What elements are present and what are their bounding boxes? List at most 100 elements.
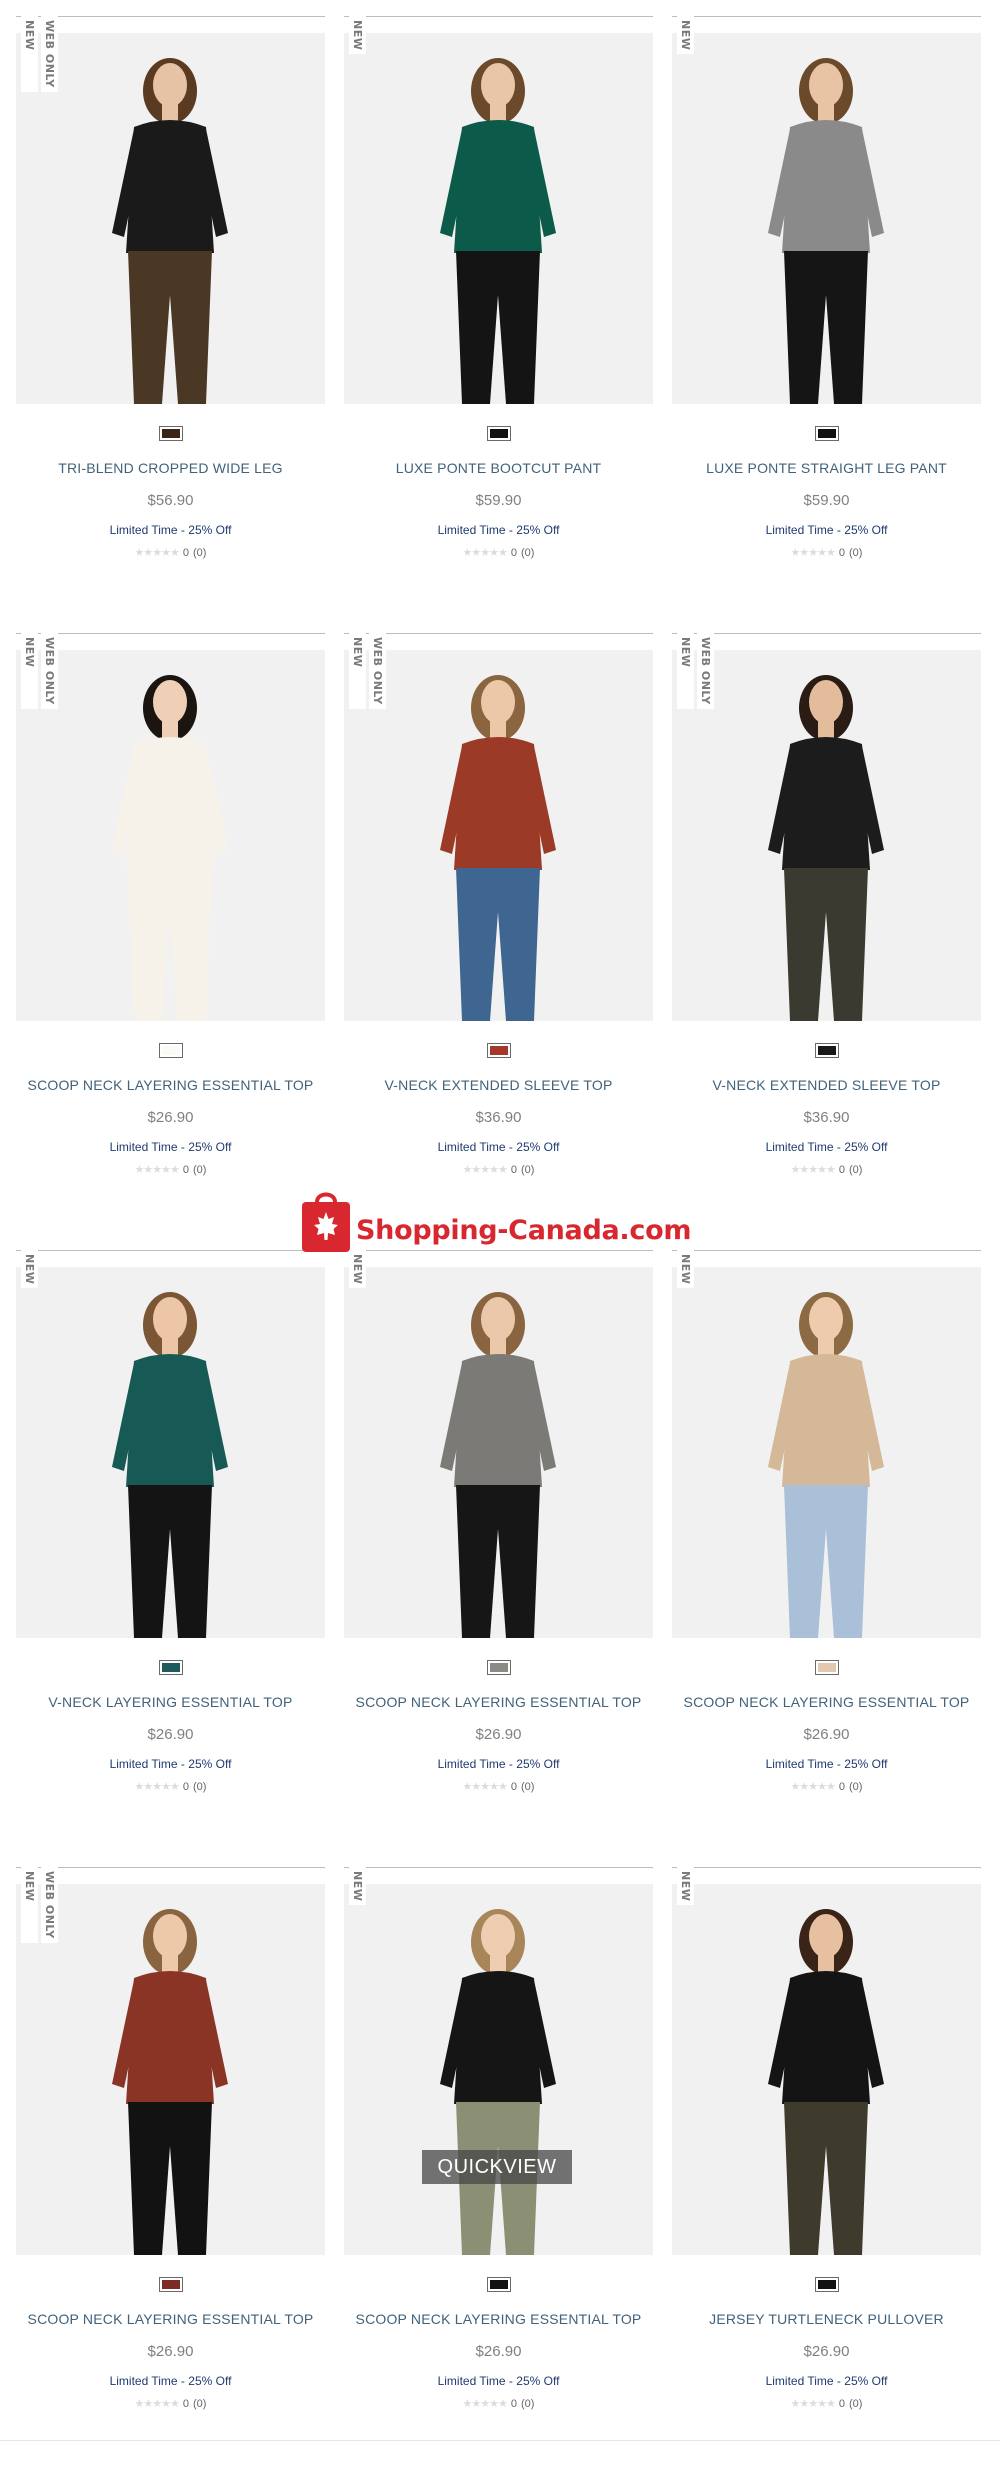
quickview-button[interactable]: QUICKVIEW (422, 2150, 572, 2184)
product-name[interactable]: LUXE PONTE STRAIGHT LEG PANT (672, 460, 981, 476)
star-rating-icon: ★★★★★ (790, 2398, 836, 2410)
review-count: (0) (520, 2397, 535, 2410)
product-card[interactable]: NEW WEB ONLY V-NECK EXTENDED SLEEVE TOP … (344, 633, 653, 1250)
color-swatch[interactable] (158, 1043, 183, 1058)
badges: NEW (677, 16, 694, 55)
badges: NEW (349, 1867, 366, 1906)
promo-text: Limited Time - 25% Off (437, 1140, 560, 1154)
rating-value: 0 (182, 546, 189, 559)
new-badge: NEW (21, 633, 38, 709)
new-badge: NEW (349, 16, 366, 55)
review-count: (0) (520, 1163, 535, 1176)
badges: NEW WEB ONLY (21, 633, 71, 709)
product-name[interactable]: LUXE PONTE BOOTCUT PANT (344, 460, 653, 476)
badges: NEW WEB ONLY (677, 633, 727, 709)
color-swatches (672, 1660, 981, 1675)
product-image[interactable] (344, 33, 653, 404)
product-card[interactable]: NEW JERSEY TURTLENECK PULLOVER $26.90 Li… (672, 1867, 981, 2484)
model-illustration (672, 1267, 981, 1638)
color-swatch[interactable] (158, 2277, 183, 2292)
product-name[interactable]: V-NECK EXTENDED SLEEVE TOP (672, 1077, 981, 1093)
review-count: (0) (192, 1163, 207, 1176)
badges: NEW (677, 1250, 694, 1289)
product-price: $26.90 (803, 2343, 850, 2360)
product-image[interactable] (16, 1267, 325, 1638)
color-swatch[interactable] (814, 1043, 839, 1058)
product-image[interactable] (672, 1884, 981, 2255)
star-rating-icon: ★★★★★ (462, 1781, 508, 1793)
color-swatches (16, 2277, 325, 2292)
rating[interactable]: ★★★★★ 0 (0) (16, 1780, 325, 1794)
model-illustration (16, 1267, 325, 1638)
new-badge: NEW (21, 1867, 38, 1943)
promo-text: Limited Time - 25% Off (109, 2374, 232, 2388)
rating[interactable]: ★★★★★ 0 (0) (344, 546, 653, 560)
rating[interactable]: ★★★★★ 0 (0) (16, 2397, 325, 2411)
color-swatch[interactable] (486, 1043, 511, 1058)
color-swatch[interactable] (158, 1660, 183, 1675)
product-card[interactable]: NEW SCOOP NECK LAYERING ESSENTIAL TOP $2… (344, 1250, 653, 1867)
badges: NEW (349, 16, 366, 55)
product-card[interactable]: NEW WEB ONLY V-NECK EXTENDED SLEEVE TOP … (672, 633, 981, 1250)
product-price: $26.90 (803, 1726, 850, 1743)
product-card[interactable]: QUICKVIEW NEW SCOOP NECK LAYERING ESSENT… (344, 1867, 653, 2484)
product-card[interactable]: NEW V-NECK LAYERING ESSENTIAL TOP $26.90… (16, 1250, 325, 1867)
color-swatch[interactable] (486, 426, 511, 441)
review-count: (0) (520, 1780, 535, 1793)
color-swatch[interactable] (486, 2277, 511, 2292)
star-rating-icon: ★★★★★ (134, 1781, 180, 1793)
new-badge: NEW (349, 1867, 366, 1906)
rating[interactable]: ★★★★★ 0 (0) (672, 2397, 981, 2411)
star-rating-icon: ★★★★★ (462, 1164, 508, 1176)
product-card[interactable]: NEW WEB ONLY TRI-BLEND CROPPED WIDE LEG … (16, 16, 325, 633)
product-image[interactable] (344, 1267, 653, 1638)
rating[interactable]: ★★★★★ 0 (0) (672, 1163, 981, 1177)
review-count: (0) (520, 546, 535, 559)
product-card[interactable]: NEW LUXE PONTE BOOTCUT PANT $59.90 Limit… (344, 16, 653, 633)
product-card[interactable]: NEW SCOOP NECK LAYERING ESSENTIAL TOP $2… (672, 1250, 981, 1867)
promo-text: Limited Time - 25% Off (765, 1757, 888, 1771)
web-only-badge: WEB ONLY (41, 633, 58, 709)
product-name[interactable]: SCOOP NECK LAYERING ESSENTIAL TOP (16, 1077, 325, 1093)
product-name[interactable]: JERSEY TURTLENECK PULLOVER (672, 2311, 981, 2327)
promo-text: Limited Time - 25% Off (109, 523, 232, 537)
color-swatch[interactable] (814, 2277, 839, 2292)
badges: NEW (349, 1250, 366, 1289)
color-swatch[interactable] (814, 426, 839, 441)
product-name[interactable]: SCOOP NECK LAYERING ESSENTIAL TOP (16, 2311, 325, 2327)
product-price: $59.90 (475, 492, 522, 509)
review-count: (0) (848, 2397, 863, 2410)
color-swatches (344, 1660, 653, 1675)
product-card[interactable]: NEW LUXE PONTE STRAIGHT LEG PANT $59.90 … (672, 16, 981, 633)
product-card[interactable]: NEW WEB ONLY SCOOP NECK LAYERING ESSENTI… (16, 1867, 325, 2484)
product-name[interactable]: TRI-BLEND CROPPED WIDE LEG (16, 460, 325, 476)
review-count: (0) (848, 546, 863, 559)
product-name[interactable]: V-NECK EXTENDED SLEEVE TOP (344, 1077, 653, 1093)
product-name[interactable]: SCOOP NECK LAYERING ESSENTIAL TOP (344, 2311, 653, 2327)
rating[interactable]: ★★★★★ 0 (0) (16, 546, 325, 560)
rating[interactable]: ★★★★★ 0 (0) (344, 1780, 653, 1794)
product-name[interactable]: SCOOP NECK LAYERING ESSENTIAL TOP (672, 1694, 981, 1710)
product-card[interactable]: NEW WEB ONLY SCOOP NECK LAYERING ESSENTI… (16, 633, 325, 1250)
product-image[interactable]: QUICKVIEW (344, 1884, 653, 2255)
color-swatch[interactable] (158, 426, 183, 441)
card-divider (344, 1867, 653, 1868)
card-divider (344, 16, 653, 17)
product-image[interactable] (672, 1267, 981, 1638)
rating[interactable]: ★★★★★ 0 (0) (672, 1780, 981, 1794)
rating[interactable]: ★★★★★ 0 (0) (672, 546, 981, 560)
product-image[interactable] (672, 33, 981, 404)
new-badge: NEW (349, 1250, 366, 1289)
rating-value: 0 (838, 546, 845, 559)
shopping-bag-icon (302, 1192, 350, 1252)
color-swatch[interactable] (814, 1660, 839, 1675)
product-price: $36.90 (475, 1109, 522, 1126)
rating[interactable]: ★★★★★ 0 (0) (344, 1163, 653, 1177)
rating[interactable]: ★★★★★ 0 (0) (16, 1163, 325, 1177)
product-name[interactable]: SCOOP NECK LAYERING ESSENTIAL TOP (344, 1694, 653, 1710)
model-illustration (672, 1884, 981, 2255)
product-name[interactable]: V-NECK LAYERING ESSENTIAL TOP (16, 1694, 325, 1710)
rating[interactable]: ★★★★★ 0 (0) (344, 2397, 653, 2411)
color-swatch[interactable] (486, 1660, 511, 1675)
rating-value: 0 (510, 1163, 517, 1176)
